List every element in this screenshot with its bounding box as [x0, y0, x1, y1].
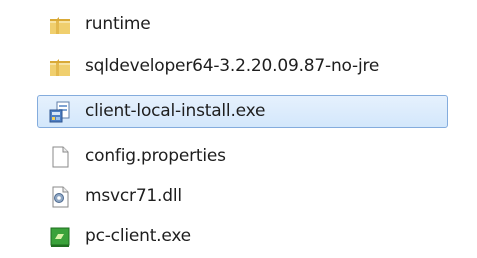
file-item-runtime[interactable]: runtime: [37, 8, 448, 41]
file-name: pc-client.exe: [85, 226, 191, 246]
blank-document-icon: [48, 145, 72, 169]
dll-gear-icon: [48, 185, 72, 209]
folder-icon: [48, 55, 72, 79]
file-name: client-local-install.exe: [85, 101, 266, 121]
file-item-client-local-install[interactable]: client-local-install.exe: [37, 95, 448, 128]
file-item-sqldeveloper-folder[interactable]: sqldeveloper64-3.2.20.09.87-no-jre: [37, 50, 448, 83]
file-item-config-properties[interactable]: config.properties: [37, 140, 448, 173]
file-item-pc-client[interactable]: pc-client.exe: [37, 220, 448, 253]
file-name: msvcr71.dll: [85, 186, 182, 206]
folder-icon: [48, 13, 72, 37]
green-app-icon: [48, 225, 72, 249]
file-name: runtime: [85, 14, 151, 34]
file-name: config.properties: [85, 146, 226, 166]
file-list: runtime sqldeveloper64-3.2.20.09.87-no-j…: [0, 0, 477, 258]
installer-icon: [48, 100, 72, 124]
file-item-msvcr71-dll[interactable]: msvcr71.dll: [37, 180, 448, 213]
file-name: sqldeveloper64-3.2.20.09.87-no-jre: [85, 56, 380, 76]
